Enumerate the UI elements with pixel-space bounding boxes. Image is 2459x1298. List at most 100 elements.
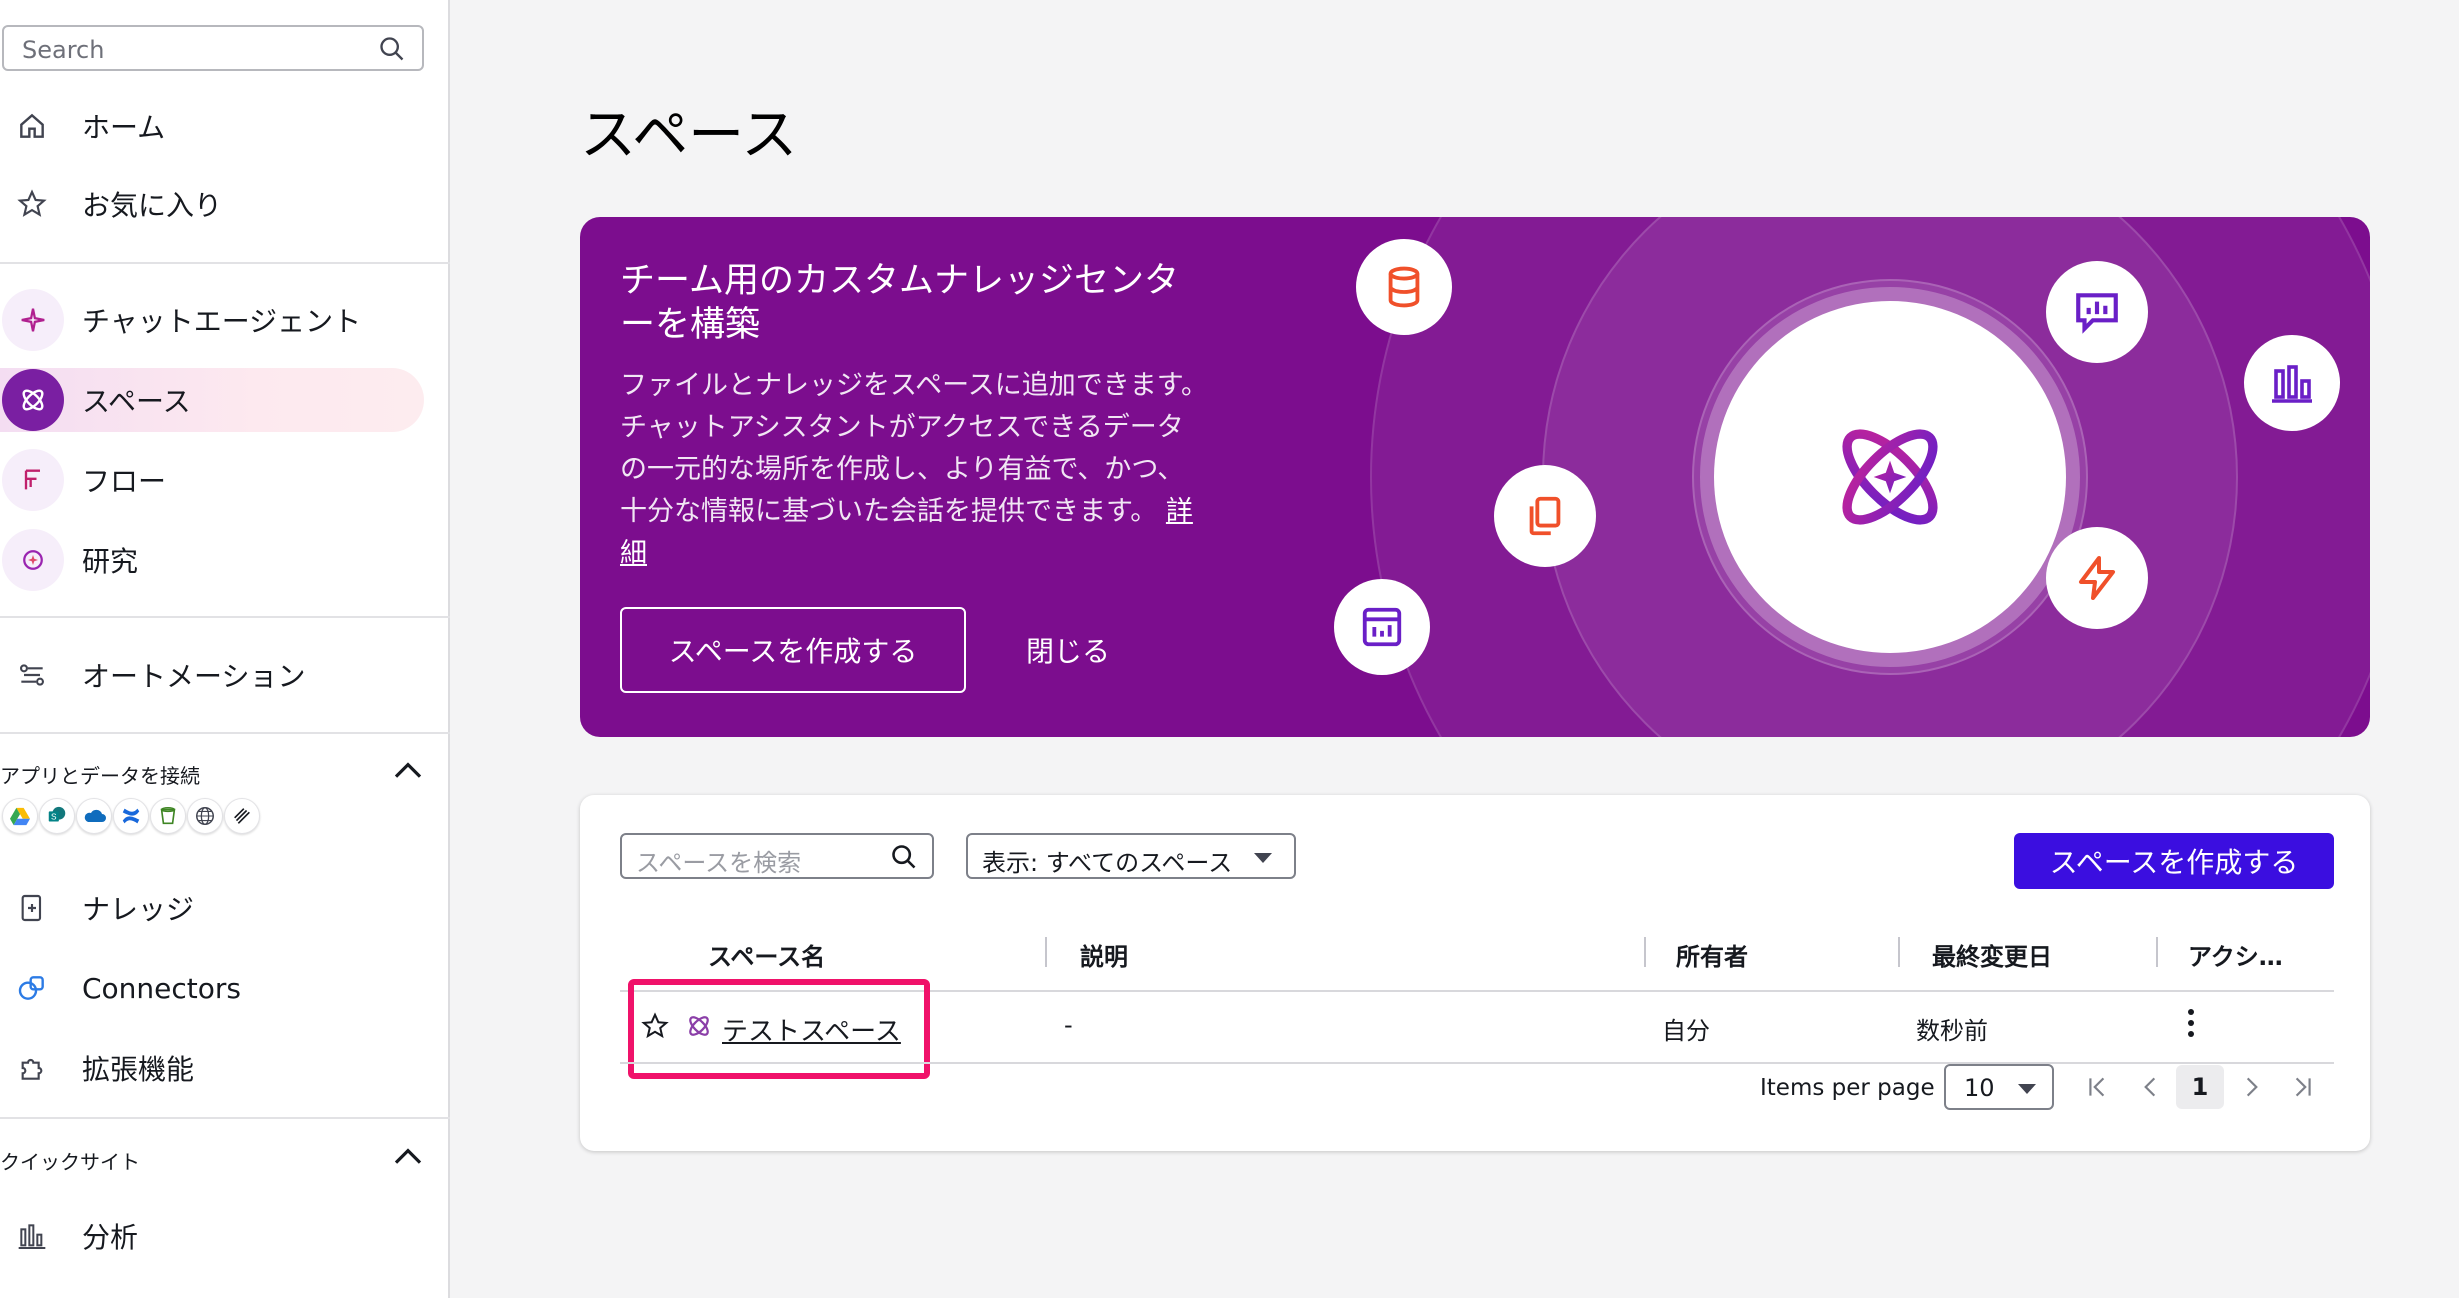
- banner-description: ファイルとナレッジをスペースに追加できます。チャットアシスタントがアクセスできる…: [620, 365, 1210, 575]
- sidebar-item-research[interactable]: 研究: [0, 528, 424, 592]
- sidebar-item-automation[interactable]: オートメーション: [0, 643, 424, 707]
- chevron-up-icon[interactable]: [392, 1144, 424, 1168]
- space-description: -: [1064, 1011, 1073, 1039]
- search-icon[interactable]: [890, 843, 918, 871]
- column-resizer[interactable]: [1644, 937, 1646, 967]
- column-header-actions[interactable]: アクシ…: [2188, 937, 2283, 972]
- search-icon[interactable]: [378, 35, 406, 63]
- filter-value: 表示: すべてのスペース: [982, 849, 1233, 877]
- star-icon: [14, 186, 50, 222]
- database-icon: [1356, 239, 1452, 335]
- table-footer-divider: [620, 1062, 2334, 1064]
- sidebar-item-favorites[interactable]: お気に入り: [0, 172, 424, 236]
- lightning-icon: [2046, 527, 2148, 629]
- space-owner: 自分: [1662, 1017, 1710, 1045]
- automation-icon: [14, 657, 50, 693]
- home-icon: [14, 108, 50, 144]
- spaces-table-panel: スペースを検索 表示: すべてのスペース スペースを作成する スペース名 説明 …: [580, 795, 2370, 1151]
- column-header-name[interactable]: スペース名: [708, 937, 825, 972]
- next-page-icon[interactable]: [2234, 1067, 2270, 1107]
- sidebar-item-label: フロー: [82, 465, 167, 498]
- more-actions-icon[interactable]: [2187, 1007, 2195, 1039]
- column-resizer[interactable]: [1045, 937, 1047, 967]
- puzzle-icon: [14, 1050, 50, 1086]
- documents-icon: [1494, 465, 1596, 567]
- s3-bucket-icon[interactable]: [150, 798, 186, 834]
- column-resizer[interactable]: [1898, 937, 1900, 967]
- column-header-modified[interactable]: 最終変更日: [1932, 937, 2052, 972]
- sidebar-item-knowledge[interactable]: ナレッジ: [0, 876, 424, 940]
- google-drive-icon[interactable]: [2, 798, 38, 834]
- bar-chart-icon: [2244, 335, 2340, 431]
- research-icon: [2, 529, 64, 591]
- visibility-filter-select[interactable]: 表示: すべてのスペース: [966, 833, 1296, 879]
- column-header-owner[interactable]: 所有者: [1676, 937, 1748, 972]
- connected-apps: S: [2, 798, 261, 834]
- sidebar-item-spaces[interactable]: スペース: [0, 368, 424, 432]
- page-title: スペース: [580, 103, 798, 168]
- caret-down-icon: [2018, 1084, 2036, 1094]
- sidebar-item-label: 拡張機能: [82, 1053, 195, 1086]
- sidebar-divider: [0, 262, 450, 264]
- sidebar-item-label: お気に入り: [82, 189, 223, 222]
- sidebar-item-label: Connectors: [82, 971, 242, 1005]
- connectors-icon: [14, 970, 50, 1006]
- sidebar-item-flows[interactable]: フロー: [0, 448, 424, 512]
- flows-icon: [2, 449, 64, 511]
- space-search-placeholder: スペースを検索: [636, 849, 802, 877]
- spaces-logo-icon: [1714, 301, 2066, 653]
- current-page-button[interactable]: 1: [2176, 1065, 2224, 1109]
- banner-title: チーム用のカスタムナレッジセンターを構築: [620, 261, 1179, 345]
- column-header-description[interactable]: 説明: [1080, 937, 1128, 972]
- items-per-page-select[interactable]: 10: [1944, 1064, 2054, 1110]
- chat-report-icon: [2046, 261, 2148, 363]
- sidebar-item-label: 研究: [82, 545, 139, 578]
- sidebar: Search ホーム お気に入り チャットエージェント スペース フロー 研究 …: [0, 0, 450, 1298]
- spaces-icon: [2, 369, 64, 431]
- sidebar-item-label: ホーム: [82, 111, 166, 144]
- sidebar-item-chat-agent[interactable]: チャットエージェント: [0, 288, 424, 352]
- first-page-icon[interactable]: [2080, 1067, 2116, 1107]
- intro-banner: チーム用のカスタムナレッジセンターを構築 ファイルとナレッジをスペースに追加でき…: [580, 217, 2370, 737]
- items-per-page-value: 10: [1964, 1074, 1995, 1102]
- sidebar-divider: [0, 732, 450, 734]
- connect-section-label: アプリとデータを接続: [0, 764, 200, 788]
- create-space-button[interactable]: スペースを作成する: [2014, 833, 2334, 889]
- sidebar-divider: [0, 1117, 450, 1119]
- bar-chart-icon: [14, 1218, 50, 1254]
- sidebar-item-label: スペース: [82, 385, 191, 418]
- sidebar-item-label: オートメーション: [82, 660, 306, 693]
- sidebar-divider: [0, 616, 450, 618]
- previous-page-icon[interactable]: [2132, 1067, 2168, 1107]
- sidebar-item-label: チャットエージェント: [82, 305, 362, 338]
- space-search-input[interactable]: スペースを検索: [620, 833, 934, 879]
- stacked-layers-icon[interactable]: [224, 798, 260, 834]
- sidebar-item-label: 分析: [82, 1221, 139, 1254]
- chevron-up-icon[interactable]: [392, 758, 424, 782]
- sidebar-search-placeholder: Search: [22, 36, 105, 64]
- column-resizer[interactable]: [2156, 937, 2158, 967]
- space-modified: 数秒前: [1916, 1017, 1988, 1045]
- web-globe-icon[interactable]: [187, 798, 223, 834]
- banner-close-button[interactable]: 閉じる: [1026, 630, 1110, 670]
- banner-description-text: ファイルとナレッジをスペースに追加できます。チャットアシスタントがアクセスできる…: [620, 370, 1209, 527]
- confluence-icon[interactable]: [113, 798, 149, 834]
- dashboard-icon: [1334, 579, 1430, 675]
- highlight-annotation: [628, 979, 930, 1079]
- sidebar-search-input[interactable]: Search: [2, 25, 424, 71]
- sidebar-item-home[interactable]: ホーム: [0, 94, 424, 158]
- knowledge-icon: [14, 890, 50, 926]
- sidebar-item-analysis[interactable]: 分析: [0, 1204, 424, 1268]
- onedrive-icon[interactable]: [76, 798, 112, 834]
- sidebar-item-extensions[interactable]: 拡張機能: [0, 1036, 424, 1100]
- items-per-page-label: Items per page: [1760, 1075, 1935, 1101]
- chat-agent-icon: [2, 289, 64, 351]
- svg-text:S: S: [51, 813, 57, 822]
- sharepoint-icon[interactable]: S: [39, 798, 75, 834]
- quicksight-section-label: クイックサイト: [0, 1150, 140, 1174]
- banner-create-space-button[interactable]: スペースを作成する: [620, 607, 966, 693]
- last-page-icon[interactable]: [2284, 1067, 2320, 1107]
- sidebar-item-label: ナレッジ: [82, 893, 195, 926]
- caret-down-icon: [1254, 853, 1272, 863]
- sidebar-item-connectors[interactable]: Connectors: [0, 956, 424, 1020]
